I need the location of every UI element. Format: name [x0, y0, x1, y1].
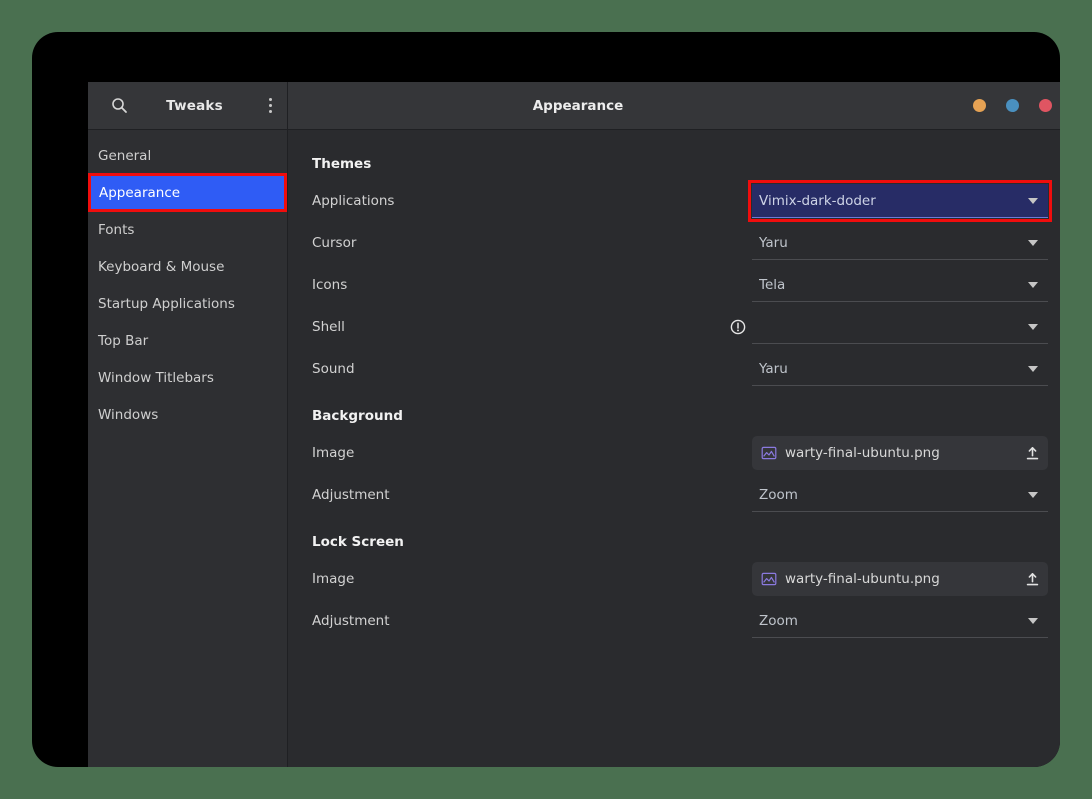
sidebar-item-appearance[interactable]: Appearance [88, 173, 287, 212]
sidebar: General Appearance Fonts Keyboard & Mous… [88, 130, 288, 767]
row-label: Applications [312, 193, 395, 209]
primary-menu-button[interactable] [253, 90, 287, 122]
settings-content: Themes Applications Vimix-dark-doder Cur… [288, 130, 1060, 767]
row-shell-theme: Shell [312, 306, 1048, 348]
dropdown-value: Zoom [759, 612, 798, 629]
dropdown-value: Yaru [759, 360, 788, 377]
tweaks-application-window: Tweaks Appearance General Appearance Fon… [88, 82, 1060, 767]
lockscreen-adjustment-dropdown[interactable]: Zoom [752, 604, 1048, 638]
sidebar-item-top-bar[interactable]: Top Bar [88, 322, 287, 359]
chevron-down-icon [1028, 617, 1038, 624]
file-name: warty-final-ubuntu.png [785, 571, 940, 587]
sidebar-item-fonts[interactable]: Fonts [88, 211, 287, 248]
row-control: warty-final-ubuntu.png [752, 436, 1048, 470]
sidebar-item-keyboard-mouse[interactable]: Keyboard & Mouse [88, 248, 287, 285]
sidebar-item-label: Startup Applications [98, 295, 235, 312]
search-button[interactable] [102, 90, 136, 122]
app-title: Tweaks [166, 97, 223, 114]
section-title-lock-screen: Lock Screen [312, 534, 404, 550]
row-icons-theme: Icons Tela [312, 264, 1048, 306]
header-bar-left: Tweaks [88, 82, 288, 129]
row-background-image: Image warty-final-ubuntu.png [312, 432, 1048, 474]
applications-theme-dropdown[interactable]: Vimix-dark-doder [748, 180, 1052, 222]
row-control [730, 310, 1048, 344]
lockscreen-image-file-button[interactable]: warty-final-ubuntu.png [752, 562, 1048, 596]
row-background-adjustment: Adjustment Zoom [312, 474, 1048, 516]
header-bar: Tweaks Appearance [88, 82, 1060, 130]
row-label: Sound [312, 361, 355, 377]
row-cursor-theme: Cursor Yaru [312, 222, 1048, 264]
chevron-down-icon [1028, 281, 1038, 288]
desktop-backdrop: Tweaks Appearance General Appearance Fon… [0, 0, 1092, 799]
chevron-down-icon [1028, 239, 1038, 246]
chevron-down-icon [1028, 197, 1038, 204]
upload-open-icon[interactable] [1025, 446, 1040, 461]
row-label: Image [312, 571, 355, 587]
close-button[interactable] [1039, 99, 1052, 112]
sidebar-item-label: Appearance [99, 184, 181, 201]
sidebar-item-label: Windows [98, 406, 159, 423]
image-file-icon [761, 571, 777, 587]
sidebar-item-label: Fonts [98, 221, 135, 238]
section-title-background: Background [312, 408, 403, 424]
row-applications-theme: Applications Vimix-dark-doder [312, 180, 1052, 222]
warning-exclamation-icon[interactable] [730, 319, 746, 335]
dropdown-value: Zoom [759, 486, 798, 503]
sidebar-item-window-titlebars[interactable]: Window Titlebars [88, 359, 287, 396]
dropdown-value: Tela [759, 276, 786, 293]
row-control: Zoom [752, 604, 1048, 638]
upload-open-icon[interactable] [1025, 572, 1040, 587]
row-label: Adjustment [312, 487, 390, 503]
sidebar-item-label: Top Bar [98, 332, 149, 349]
sound-theme-dropdown[interactable]: Yaru [752, 352, 1048, 386]
search-icon [111, 97, 128, 114]
sidebar-item-startup-applications[interactable]: Startup Applications [88, 285, 287, 322]
icons-theme-dropdown[interactable]: Tela [752, 268, 1048, 302]
section-title-themes: Themes [312, 156, 372, 172]
row-control: Yaru [752, 226, 1048, 260]
image-file-icon [761, 445, 777, 461]
row-lockscreen-image: Image warty-final-ubuntu.png [312, 558, 1048, 600]
cursor-theme-dropdown[interactable]: Yaru [752, 226, 1048, 260]
chevron-down-icon [1028, 365, 1038, 372]
row-control: Yaru [752, 352, 1048, 386]
sidebar-item-label: General [98, 147, 152, 164]
window-controls [973, 99, 1052, 112]
dropdown-value: Vimix-dark-doder [759, 192, 876, 209]
menu-dots-vertical-icon [268, 98, 272, 113]
sidebar-item-windows[interactable]: Windows [88, 396, 287, 433]
row-label: Cursor [312, 235, 357, 251]
row-label: Shell [312, 319, 345, 335]
row-control: Vimix-dark-doder [748, 180, 1052, 222]
shell-theme-dropdown[interactable] [752, 310, 1048, 344]
maximize-button[interactable] [1006, 99, 1019, 112]
chevron-down-icon [1028, 323, 1038, 330]
row-sound-theme: Sound Yaru [312, 348, 1048, 390]
sidebar-item-general[interactable]: General [88, 137, 287, 174]
background-adjustment-dropdown[interactable]: Zoom [752, 478, 1048, 512]
background-image-file-button[interactable]: warty-final-ubuntu.png [752, 436, 1048, 470]
file-name: warty-final-ubuntu.png [785, 445, 940, 461]
row-control: warty-final-ubuntu.png [752, 562, 1048, 596]
row-label: Image [312, 445, 355, 461]
minimize-button[interactable] [973, 99, 986, 112]
chevron-down-icon [1028, 491, 1038, 498]
window-body: General Appearance Fonts Keyboard & Mous… [88, 130, 1060, 767]
row-label: Icons [312, 277, 348, 293]
row-lockscreen-adjustment: Adjustment Zoom [312, 600, 1048, 642]
window-frame: Tweaks Appearance General Appearance Fon… [32, 32, 1060, 767]
row-label: Adjustment [312, 613, 390, 629]
row-control: Zoom [752, 478, 1048, 512]
row-control: Tela [752, 268, 1048, 302]
dropdown-value: Yaru [759, 234, 788, 251]
sidebar-item-label: Window Titlebars [98, 369, 214, 386]
sidebar-item-label: Keyboard & Mouse [98, 258, 225, 275]
